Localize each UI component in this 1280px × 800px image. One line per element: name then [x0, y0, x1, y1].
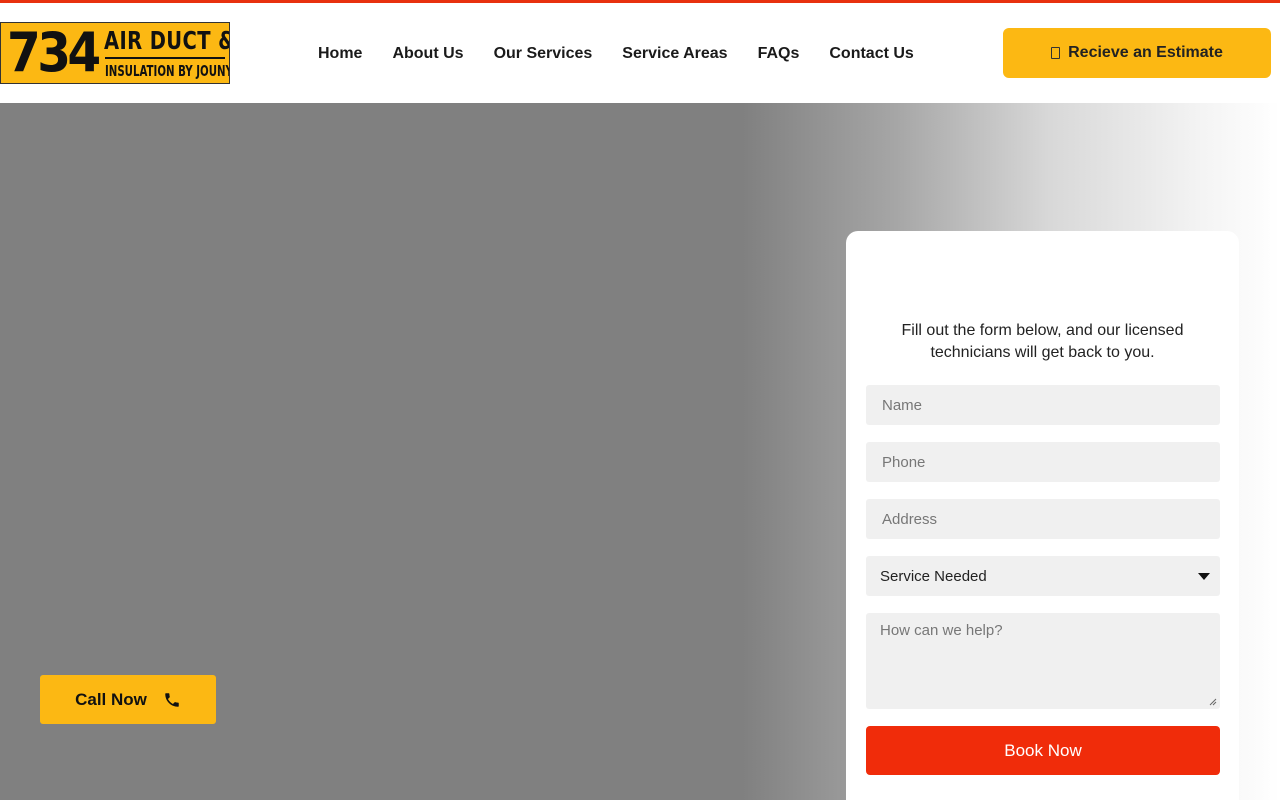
logo-number: 734 [7, 22, 101, 84]
phone-field[interactable]: Phone [866, 442, 1220, 482]
estimate-form-card: Fill out the form below, and our license… [846, 231, 1239, 800]
call-now-button[interactable]: Call Now [40, 675, 216, 724]
site-header: 734 AIR DUCT & INSULATION BY JOUNY Home … [0, 3, 1280, 103]
logo-subtitle: INSULATION BY JOUNY [105, 62, 230, 80]
service-needed-select[interactable]: Service Needed [866, 556, 1220, 596]
nav-home[interactable]: Home [318, 44, 362, 64]
nav-contact-us[interactable]: Contact Us [829, 44, 913, 64]
logo-divider [105, 57, 225, 59]
book-now-button[interactable]: Book Now [866, 726, 1220, 775]
estimate-button-label: Recieve an Estimate [1068, 44, 1223, 61]
call-now-label: Call Now [75, 689, 147, 709]
receive-estimate-button[interactable]: Recieve an Estimate [1003, 28, 1271, 78]
service-select-value: Service Needed [880, 567, 987, 585]
nav-faqs[interactable]: FAQs [758, 44, 800, 64]
nav-our-services[interactable]: Our Services [494, 44, 593, 64]
address-field[interactable]: Address [866, 499, 1220, 539]
logo-title: AIR DUCT & [104, 26, 230, 55]
form-intro-text: Fill out the form below, and our license… [901, 322, 1184, 361]
resize-handle-icon[interactable] [1209, 698, 1217, 706]
message-textarea[interactable]: How can we help? [866, 613, 1220, 709]
nav-service-areas[interactable]: Service Areas [622, 44, 727, 64]
nav-about-us[interactable]: About Us [392, 44, 463, 64]
phone-icon [165, 692, 179, 707]
company-logo[interactable]: 734 AIR DUCT & INSULATION BY JOUNY [0, 22, 230, 84]
name-field[interactable]: Name [866, 385, 1220, 425]
chevron-down-icon [1198, 573, 1210, 580]
message-placeholder: How can we help? [880, 622, 1003, 639]
main-nav: Home About Us Our Services Service Areas… [318, 44, 914, 64]
document-icon [1051, 47, 1061, 59]
